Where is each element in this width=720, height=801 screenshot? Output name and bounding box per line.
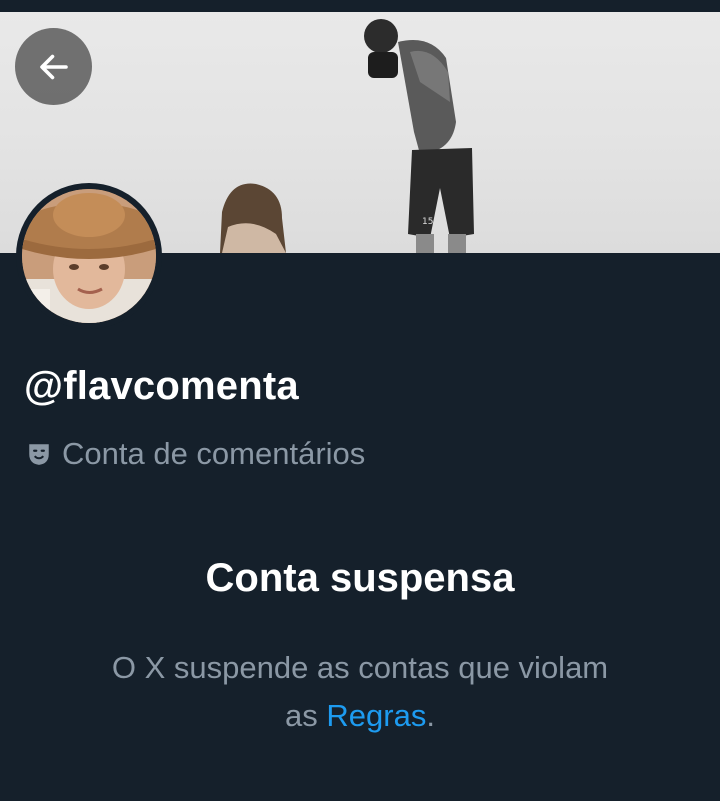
back-button[interactable] — [15, 28, 92, 105]
arrow-left-icon — [39, 54, 68, 79]
svg-text:15: 15 — [422, 217, 433, 227]
avatar — [22, 189, 156, 323]
status-bar — [0, 0, 720, 12]
theater-mask-icon — [26, 441, 52, 467]
profile-handle: @flavcomenta — [24, 364, 299, 408]
avatar-container[interactable] — [16, 183, 162, 329]
suspended-message-end: . — [426, 698, 435, 733]
avatar-photo — [22, 189, 156, 323]
automated-label[interactable]: Conta de comentários — [26, 436, 365, 472]
label-text: Conta de comentários — [62, 436, 366, 471]
suspended-message: O X suspende as contas que violam as Reg… — [100, 644, 620, 740]
rules-link[interactable]: Regras — [326, 698, 426, 733]
profile-page: 15 @flavcomenta Conta de comentários Con… — [0, 0, 720, 801]
suspended-title: Conta suspensa — [205, 556, 515, 600]
